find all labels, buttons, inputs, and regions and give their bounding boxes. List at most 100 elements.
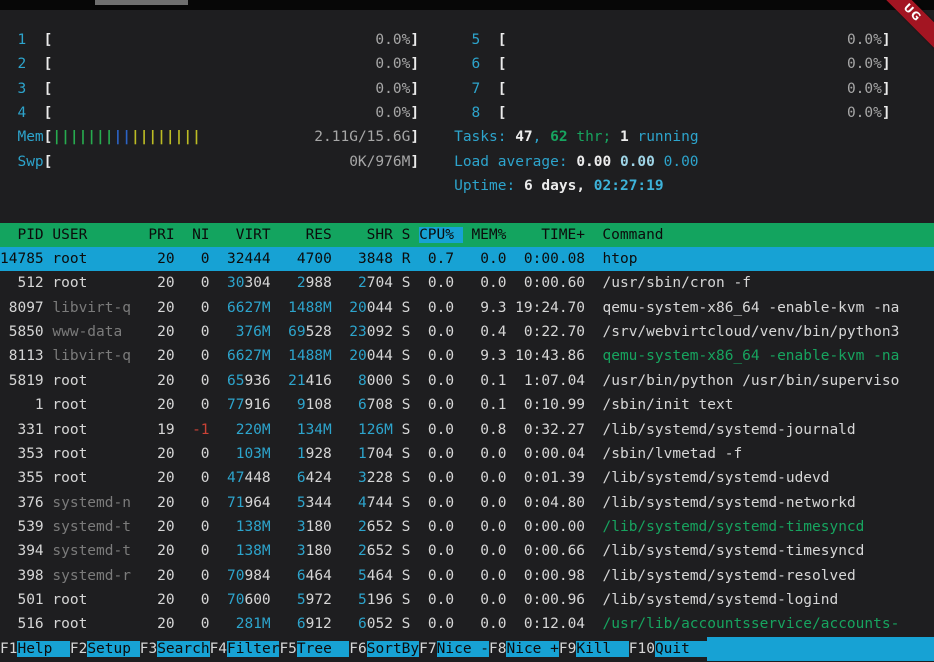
fkey-sortby[interactable]: F6SortBy: [349, 637, 419, 661]
process-priority: 20: [148, 251, 183, 267]
fkey-search[interactable]: F3Search: [140, 637, 210, 661]
gap: [393, 568, 402, 584]
fkey-tree[interactable]: F5Tree: [279, 637, 349, 661]
process-command: /usr/lib/accountsservice/accounts-: [603, 616, 900, 632]
fkey-setup[interactable]: F2Setup: [70, 637, 140, 661]
column-header-ni[interactable]: NI: [183, 227, 218, 243]
column-header-shr[interactable]: SHR: [340, 227, 401, 243]
process-time: 0:00.60: [515, 275, 602, 291]
column-header-cpu-sorted[interactable]: CPU%: [419, 227, 463, 243]
process-mem-percent: 0.4: [463, 324, 515, 340]
process-row[interactable]: 355 root 20 0 47448 6424 3228 S 0.0 0.0 …: [0, 466, 934, 490]
fkey-key: F1: [0, 641, 17, 657]
fkey-key: F8: [489, 641, 506, 657]
meter-close-bracket: ]: [410, 129, 419, 145]
process-row[interactable]: 5850 www-data 20 0 376M 69528 23092 S 0.…: [0, 320, 934, 344]
meter-close-bracket: ]: [410, 32, 419, 48]
column-header-pid[interactable]: PID: [0, 227, 52, 243]
process-time: 0:00.96: [515, 592, 602, 608]
process-row[interactable]: 8097 libvirt-q 20 0 6627M 1488M 20044 S …: [0, 296, 934, 320]
process-row[interactable]: 331 root 19 -1 220M 134M 126M S 0.0 0.8 …: [0, 418, 934, 442]
process-mem-percent: 0.0: [463, 446, 515, 462]
process-row[interactable]: 539 systemd-t 20 0 138M 3180 2652 S 0.0 …: [0, 515, 934, 539]
process-user: systemd-n: [52, 495, 148, 511]
mem-size-value: 134M: [279, 422, 331, 438]
column-header-pri[interactable]: PRI: [148, 227, 183, 243]
process-command: /lib/systemd/systemd-udevd: [603, 470, 830, 486]
process-nice: 0: [183, 616, 218, 632]
process-row[interactable]: 8113 libvirt-q 20 0 6627M 1488M 20044 S …: [0, 344, 934, 368]
mem-size-prefix: 77: [218, 397, 244, 413]
process-nice: 0: [183, 543, 218, 559]
meter-value: 0.0%: [52, 32, 410, 48]
process-cpu-percent: 0.0: [419, 275, 463, 291]
process-row[interactable]: 394 systemd-t 20 0 138M 3180 2652 S 0.0 …: [0, 539, 934, 563]
column-header-state[interactable]: S: [402, 227, 419, 243]
mem-size-suffix: 916: [244, 397, 270, 413]
fkey-label: Filter: [227, 641, 279, 657]
process-cpu-percent: 0.0: [419, 397, 463, 413]
process-row[interactable]: 516 root 20 0 281M 6912 6052 S 0.0 0.0 0…: [0, 612, 934, 636]
column-header-command[interactable]: Command: [602, 227, 663, 243]
mem-size-prefix: 5: [341, 592, 367, 608]
process-command: /lib/systemd/systemd-timesyncd: [603, 543, 865, 559]
mem-size-suffix: 304: [244, 275, 270, 291]
process-pid: 501: [0, 592, 52, 608]
mem-size-suffix: 000: [367, 373, 393, 389]
process-row[interactable]: 5819 root 20 0 65936 21416 8000 S 0.0 0.…: [0, 369, 934, 393]
process-command: /usr/sbin/cron -f: [603, 275, 751, 291]
fkey-nice-[interactable]: F7Nice -: [419, 637, 489, 661]
process-priority: 20: [148, 470, 183, 486]
process-row[interactable]: 14785 root 20 0 32444 4700 3848 R 0.7 0.…: [0, 247, 934, 271]
fkey-quit[interactable]: F10Quit: [629, 637, 708, 661]
fkey-kill[interactable]: F9Kill: [559, 637, 629, 661]
process-row[interactable]: 398 systemd-r 20 0 70984 6464 5464 S 0.0…: [0, 564, 934, 588]
process-row[interactable]: 512 root 20 0 30304 2988 2704 S 0.0 0.0 …: [0, 271, 934, 295]
mem-size-suffix: 652: [367, 519, 393, 535]
mem-size-prefix: 47: [218, 470, 244, 486]
mem-size-suffix: 416: [306, 373, 332, 389]
load-one: 0.00: [576, 154, 611, 170]
process-user: root: [52, 397, 148, 413]
column-header-mem[interactable]: MEM%: [463, 227, 515, 243]
fkey-filter[interactable]: F4Filter: [210, 637, 280, 661]
mem-size-suffix: 464: [306, 568, 332, 584]
process-row[interactable]: 353 root 20 0 103M 1928 1704 S 0.0 0.0 0…: [0, 442, 934, 466]
gap: [332, 592, 341, 608]
process-user: systemd-r: [52, 568, 148, 584]
meter-value: 0.0%: [52, 81, 410, 97]
process-row[interactable]: 376 systemd-n 20 0 71964 5344 4744 S 0.0…: [0, 491, 934, 515]
blank-line: [0, 198, 934, 222]
gap: [332, 324, 341, 340]
column-header-res[interactable]: RES: [279, 227, 340, 243]
fkey-nice-[interactable]: F8Nice +: [489, 637, 559, 661]
process-pid: 331: [0, 422, 52, 438]
mem-size-value: 281M: [218, 616, 270, 632]
mem-size-prefix: 2: [341, 519, 367, 535]
mem-size-prefix: 3: [279, 543, 305, 559]
mem-size-prefix: 9: [279, 397, 305, 413]
mem-size-prefix: 71: [218, 495, 244, 511]
process-mem-percent: 0.0: [463, 495, 515, 511]
meter-close-bracket: ]: [410, 56, 419, 72]
process-time: 0:00.98: [515, 568, 602, 584]
gap: [393, 397, 402, 413]
process-row[interactable]: 501 root 20 0 70600 5972 5196 S 0.0 0.0 …: [0, 588, 934, 612]
mem-size-value: 6627M: [218, 300, 270, 316]
process-nice: 0: [183, 397, 218, 413]
column-header-user[interactable]: USER: [52, 227, 148, 243]
process-pid: 355: [0, 470, 52, 486]
process-time: 0:00.08: [515, 251, 602, 267]
meter-line: Mem[||||||||||||||||| 2.11G/15.6G]Tasks:…: [0, 125, 934, 149]
fkey-help[interactable]: F1Help: [0, 637, 70, 661]
mem-size-prefix: 1: [341, 446, 367, 462]
process-row[interactable]: 1 root 20 0 77916 9108 6708 S 0.0 0.1 0:…: [0, 393, 934, 417]
process-command: qemu-system-x86_64 -enable-kvm -na: [602, 300, 899, 316]
uptime-time: 02:27:19: [594, 178, 664, 194]
right-column: Tasks: 47, 62 thr; 1 running: [454, 125, 698, 149]
mem-size-suffix: 528: [306, 324, 332, 340]
column-header-time[interactable]: TIME+: [515, 227, 602, 243]
column-header-virt[interactable]: VIRT: [218, 227, 279, 243]
gap: [393, 495, 402, 511]
process-cpu-percent: 0.0: [419, 324, 463, 340]
